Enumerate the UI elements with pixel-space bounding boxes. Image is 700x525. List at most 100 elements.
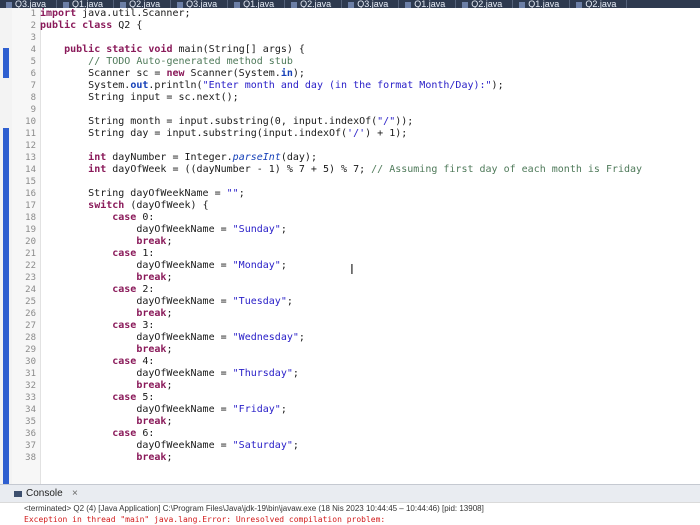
- java-file-icon: [348, 1, 355, 8]
- editor-tab-label: Q1.java: [528, 0, 560, 8]
- java-file-icon: [291, 1, 298, 8]
- code-text: dayOfWeekName = "Tuesday";: [40, 296, 293, 307]
- line-number: 29: [25, 345, 36, 355]
- code-line: 36 case 6:: [0, 428, 700, 440]
- line-number: 20: [25, 237, 36, 247]
- code-line: 33 case 5:: [0, 392, 700, 404]
- code-line: 3: [0, 32, 700, 44]
- code-text: case 1:: [112, 248, 155, 259]
- line-number: 27: [25, 321, 36, 331]
- code-line: 25 dayOfWeekName = "Tuesday";: [0, 296, 700, 308]
- editor-tab-label: Q2.java: [585, 0, 617, 8]
- editor-tab[interactable]: Q1.java: [399, 0, 457, 8]
- editor-tab[interactable]: Q3.java: [171, 0, 229, 8]
- code-text: System.out.println("Enter month and day …: [40, 80, 504, 91]
- console-tab-bar: Console ×: [0, 484, 700, 503]
- java-file-icon: [576, 1, 583, 8]
- editor-tab-label: Q3.java: [357, 0, 389, 8]
- code-line: 35 break;: [0, 416, 700, 428]
- java-file-icon: [405, 1, 412, 8]
- code-line: 27 case 3:: [0, 320, 700, 332]
- java-file-icon: [177, 1, 184, 8]
- code-text: case 6:: [112, 428, 155, 439]
- java-file-icon: [234, 1, 241, 8]
- code-line: 8 String input = sc.next();: [0, 92, 700, 104]
- code-text: break;: [136, 272, 173, 283]
- code-text: case 2:: [112, 284, 155, 295]
- editor-tab[interactable]: Q2.java: [285, 0, 343, 8]
- editor-tab[interactable]: Q2.java: [456, 0, 514, 8]
- code-line: 18 case 0:: [0, 212, 700, 224]
- code-text: break;: [136, 236, 173, 247]
- close-icon[interactable]: ×: [72, 488, 78, 499]
- editor-tab-label: Q3.java: [186, 0, 218, 8]
- code-text: case 4:: [112, 356, 155, 367]
- line-number: 15: [25, 177, 36, 187]
- code-text: break;: [136, 344, 173, 355]
- line-number: 31: [25, 369, 36, 379]
- editor-tab[interactable]: Q2.java: [114, 0, 172, 8]
- editor-tab[interactable]: Q2.java: [570, 0, 628, 8]
- editor-tab-label: Q1.java: [414, 0, 446, 8]
- line-number: 9: [30, 105, 36, 115]
- code-line: 9: [0, 104, 700, 116]
- console-tab[interactable]: Console: [26, 488, 63, 499]
- code-line: 34 dayOfWeekName = "Friday";: [0, 404, 700, 416]
- code-text: int dayNumber = Integer.parseInt(day);: [88, 152, 317, 163]
- line-number: 7: [30, 81, 36, 91]
- editor-tab[interactable]: Q1.java: [513, 0, 571, 8]
- line-number: 21: [25, 249, 36, 259]
- editor-tab[interactable]: Q3.java: [0, 0, 58, 8]
- code-text: break;: [136, 308, 173, 319]
- code-text: dayOfWeekName = "Wednesday";: [40, 332, 305, 343]
- line-number: 1: [30, 9, 36, 19]
- line-number: 6: [30, 69, 36, 79]
- java-file-icon: [519, 1, 526, 8]
- code-line: 19 dayOfWeekName = "Sunday";: [0, 224, 700, 236]
- java-file-icon: [120, 1, 127, 8]
- code-line: 12: [0, 140, 700, 152]
- editor-tab[interactable]: Q1.java: [228, 0, 286, 8]
- code-line: 20 break;: [0, 236, 700, 248]
- line-number: 11: [25, 129, 36, 139]
- editor-tab-label: Q1.java: [72, 0, 104, 8]
- code-line: 7 System.out.println("Enter month and da…: [0, 80, 700, 92]
- code-text: int dayOfWeek = ((dayNumber - 1) % 7 + 5…: [88, 164, 643, 175]
- code-line: 30 case 4:: [0, 356, 700, 368]
- code-editor[interactable]: 1 import java.util.Scanner; 2 public class …: [0, 8, 700, 488]
- code-text: Scanner sc = new Scanner(System.in);: [40, 68, 305, 79]
- console-icon: [14, 491, 22, 497]
- code-line: 31 dayOfWeekName = "Thursday";: [0, 368, 700, 380]
- line-number: 14: [25, 165, 36, 175]
- code-text: String input = sc.next();: [40, 92, 239, 103]
- line-number: 32: [25, 381, 36, 391]
- line-number: 30: [25, 357, 36, 367]
- line-number: 34: [25, 405, 36, 415]
- code-line: 15: [0, 176, 700, 188]
- line-number: 19: [25, 225, 36, 235]
- code-text: String day = input.substring(input.index…: [40, 128, 408, 139]
- line-number: 4: [30, 45, 36, 55]
- code-line: 5 // TODO Auto-generated method stub: [0, 56, 700, 68]
- code-line: 24 case 2:: [0, 284, 700, 296]
- code-line: 10 String month = input.substring(0, inp…: [0, 116, 700, 128]
- editor-tab-label: Q3.java: [15, 0, 47, 8]
- code-text: public static void main(String[] args) {: [64, 44, 305, 55]
- code-text: case 5:: [112, 392, 155, 403]
- line-number: 22: [25, 261, 36, 271]
- code-line: 11 String day = input.substring(input.in…: [0, 128, 700, 140]
- line-number: 10: [25, 117, 36, 127]
- editor-tab[interactable]: Q3.java: [342, 0, 400, 8]
- code-line: 28 dayOfWeekName = "Wednesday";: [0, 332, 700, 344]
- code-line: 14 int dayOfWeek = ((dayNumber - 1) % 7 …: [0, 164, 700, 176]
- editor-tab-label: Q1.java: [243, 0, 275, 8]
- line-number: 37: [25, 441, 36, 451]
- code-line: 16 String dayOfWeekName = "";: [0, 188, 700, 200]
- code-line: 21 case 1:: [0, 248, 700, 260]
- code-text: case 0:: [112, 212, 155, 223]
- editor-tab[interactable]: Q1.java: [57, 0, 115, 8]
- line-number: 26: [25, 309, 36, 319]
- line-number: 33: [25, 393, 36, 403]
- code-text: dayOfWeekName = "Saturday";: [40, 440, 299, 451]
- line-number: 28: [25, 333, 36, 343]
